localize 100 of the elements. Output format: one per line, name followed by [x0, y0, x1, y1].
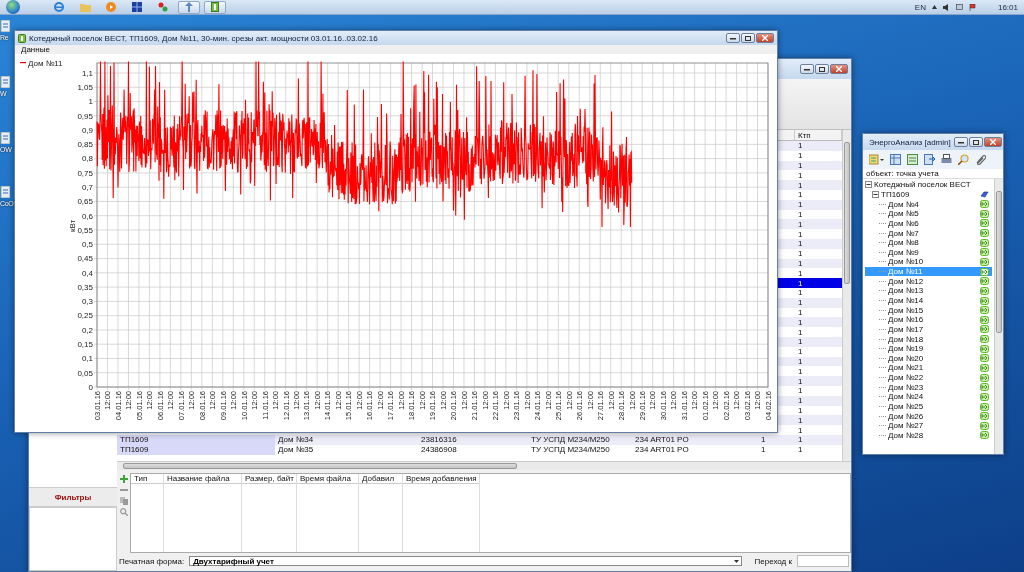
y-tick-label: 0,9 [81, 125, 93, 135]
tree-item[interactable]: Дом №26 [865, 411, 992, 421]
y-tick-label: 1 [88, 97, 93, 107]
minimize-button[interactable] [953, 137, 968, 147]
scrollbar[interactable] [842, 130, 851, 461]
table-cell-text: 1 [797, 356, 804, 367]
table-cell-text: 1 [797, 385, 804, 396]
scroll-thumb[interactable] [123, 463, 517, 469]
tree-item[interactable]: Дом №9 [865, 247, 992, 258]
shortcut-icon[interactable] [0, 20, 10, 32]
table-cell-text: 1 [797, 141, 804, 151]
close-button[interactable] [830, 64, 848, 74]
menu-item[interactable]: Данные [21, 45, 50, 54]
tree-item[interactable]: Дом №16 [865, 314, 992, 325]
clock[interactable]: 16:01 [997, 2, 1018, 12]
table-cell-text: 1 [797, 346, 804, 357]
filter-icon[interactable] [869, 154, 884, 165]
table-cell-text: 1 [797, 150, 804, 161]
speaker-icon[interactable] [942, 3, 950, 11]
expand-toggle[interactable] [865, 181, 872, 189]
input-field[interactable] [797, 555, 849, 567]
maximize-button[interactable] [815, 64, 829, 74]
column-header[interactable]: Время файла [297, 474, 358, 484]
sheet-icon[interactable] [907, 154, 918, 165]
expand-toggle[interactable] [872, 190, 879, 198]
tree-item[interactable]: Дом №6 [865, 218, 992, 229]
print-icon[interactable] [941, 154, 952, 165]
start-button[interactable] [6, 0, 20, 14]
maximize-button[interactable] [968, 137, 983, 147]
tree-item[interactable]: Дом №5 [865, 208, 992, 219]
table-cell-text: 1 [797, 444, 804, 455]
y-tick-label: 0,95 [77, 111, 93, 121]
tree-item[interactable]: ТП1609 [865, 189, 992, 200]
tree-item[interactable]: Дом №14 [865, 295, 992, 306]
search-icon[interactable] [119, 508, 128, 516]
taskbar-button[interactable] [204, 0, 226, 14]
search-icon[interactable] [958, 154, 969, 165]
maximize-button[interactable] [741, 33, 755, 43]
tree-item[interactable]: Дом №17 [865, 324, 992, 335]
meter-icon [980, 402, 989, 411]
tree-item[interactable]: Дом №27 [865, 421, 992, 431]
table-cell-text: 23816316 [420, 434, 458, 445]
tree-item[interactable]: Дом №22 [865, 372, 992, 383]
tree-item[interactable]: Дом №10 [865, 257, 992, 267]
shortcut-icon[interactable] [0, 186, 10, 198]
column-header[interactable]: Название файла [164, 474, 241, 484]
table-row[interactable]: ТП1609 Дом №34 23816316 ТУ УСПД М234/М250 234 ART01 PO 1 1 [117, 434, 842, 445]
minimize-button[interactable] [800, 64, 814, 74]
table-cell-text: 1 [797, 238, 804, 249]
tree-item[interactable]: Дом №15 [865, 305, 992, 315]
tree-item[interactable]: Дом №8 [865, 237, 992, 248]
tree-item[interactable]: Дом №7 [865, 228, 992, 238]
tree-item[interactable]: Котеджный поселок ВЕСТ [865, 180, 992, 190]
tree-item[interactable]: Дом №28 [865, 430, 992, 441]
meter-icon [980, 383, 989, 392]
scroll-thumb[interactable] [996, 191, 1002, 333]
table-cell-text: 1 [797, 336, 804, 347]
tree-item[interactable]: Дом №12 [865, 276, 992, 287]
column-header[interactable]: Тип [131, 474, 163, 484]
y-tick-label: 0,6 [81, 211, 93, 221]
export-icon[interactable] [924, 154, 935, 165]
shortcut-icon[interactable] [0, 76, 10, 88]
tree-item[interactable]: Дом №24 [865, 392, 992, 402]
table-cell-text: 1 [797, 307, 804, 318]
scrollbar[interactable] [117, 461, 851, 470]
tree-item[interactable]: Дом №4 [865, 199, 992, 209]
tree-item[interactable]: Дом №20 [865, 353, 992, 364]
tree-item[interactable]: Дом №25 [865, 401, 992, 412]
table-cell-text: Дом №34 [277, 434, 315, 445]
scrollbar[interactable] [994, 179, 1003, 454]
close-button[interactable] [983, 137, 1002, 147]
shortcut-icon[interactable] [0, 132, 10, 144]
column-header[interactable]: Время добавления [403, 474, 479, 484]
remove-icon[interactable] [119, 486, 128, 494]
column-header[interactable]: Размер, байт [242, 474, 296, 484]
tree-item[interactable]: Дом №23 [865, 382, 992, 393]
filters-tab[interactable]: Фильтры [29, 487, 117, 507]
taskbar-button[interactable] [178, 0, 200, 14]
tree-item[interactable]: Дом №18 [865, 334, 992, 344]
language-indicator[interactable]: EN [914, 2, 926, 12]
caret-icon [733, 559, 739, 563]
table-icon[interactable] [890, 154, 901, 165]
print-form-dropdown[interactable]: Двухтарифный учет [189, 556, 742, 566]
add-icon[interactable] [119, 475, 128, 483]
y-tick-label: 0,3 [81, 297, 93, 307]
flag-icon[interactable] [968, 3, 976, 11]
caret-icon[interactable] [931, 5, 937, 9]
field-label: Переход к [754, 556, 792, 566]
maximize-icon [972, 139, 979, 145]
scroll-thumb[interactable] [844, 142, 850, 284]
tree-item[interactable]: Дом №21 [865, 363, 992, 373]
copy-icon[interactable] [119, 497, 128, 505]
column-header[interactable]: Добавил [359, 474, 402, 484]
tree-item[interactable]: Дом №13 [865, 286, 992, 296]
minimize-button[interactable] [726, 33, 740, 43]
paperclip-icon[interactable] [975, 154, 986, 165]
close-button[interactable] [756, 33, 774, 43]
network-icon[interactable] [955, 3, 963, 11]
y-tick-label: 0,25 [77, 311, 93, 321]
tree-item[interactable]: Дом №19 [865, 343, 992, 354]
